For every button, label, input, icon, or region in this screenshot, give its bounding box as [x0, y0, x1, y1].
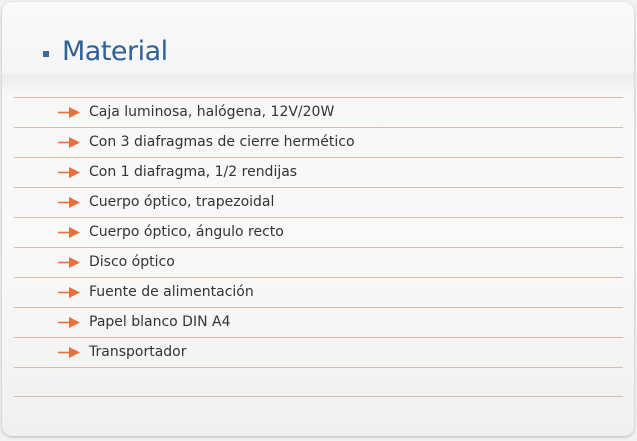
list-item-label: Transportador [89, 344, 187, 360]
panel-header: Material [2, 2, 634, 82]
arrow-right-icon [58, 227, 80, 238]
list-item: Cuerpo óptico, ángulo recto [14, 217, 623, 247]
list-item-label: Caja luminosa, halógena, 12V/20W [89, 104, 335, 120]
list-item-label: Con 1 diafragma, 1/2 rendijas [89, 164, 298, 180]
arrow-right-icon [58, 287, 80, 298]
arrow-right-icon [58, 167, 80, 178]
list-item-label: Fuente de alimentación [89, 284, 254, 300]
list-item: Caja luminosa, halógena, 12V/20W [14, 97, 623, 127]
list-item: Cuerpo óptico, trapezoidal [14, 187, 623, 217]
list-item: Fuente de alimentación [14, 277, 623, 307]
empty-list-row [14, 367, 623, 397]
list-item: Con 3 diafragmas de cierre hermético [14, 127, 623, 157]
page-title: Material [62, 36, 168, 67]
list-item: Transportador [14, 337, 623, 367]
title-bullet-icon [43, 51, 49, 57]
arrow-right-icon [58, 317, 80, 328]
list-item: Disco óptico [14, 247, 623, 277]
material-list: Caja luminosa, halógena, 12V/20W Con 3 d… [14, 97, 623, 397]
arrow-right-icon [58, 257, 80, 268]
arrow-right-icon [58, 197, 80, 208]
list-item-label: Cuerpo óptico, ángulo recto [89, 224, 284, 240]
arrow-right-icon [58, 107, 80, 118]
material-panel: Material Caja luminosa, halógena, 12V/20… [2, 2, 634, 436]
list-item-label: Cuerpo óptico, trapezoidal [89, 194, 275, 210]
arrow-right-icon [58, 137, 80, 148]
list-item-label: Papel blanco DIN A4 [89, 314, 231, 330]
list-item-label: Con 3 diafragmas de cierre hermético [89, 134, 355, 150]
list-item-label: Disco óptico [89, 254, 175, 270]
list-item: Con 1 diafragma, 1/2 rendijas [14, 157, 623, 187]
list-item: Papel blanco DIN A4 [14, 307, 623, 337]
arrow-right-icon [58, 347, 80, 358]
